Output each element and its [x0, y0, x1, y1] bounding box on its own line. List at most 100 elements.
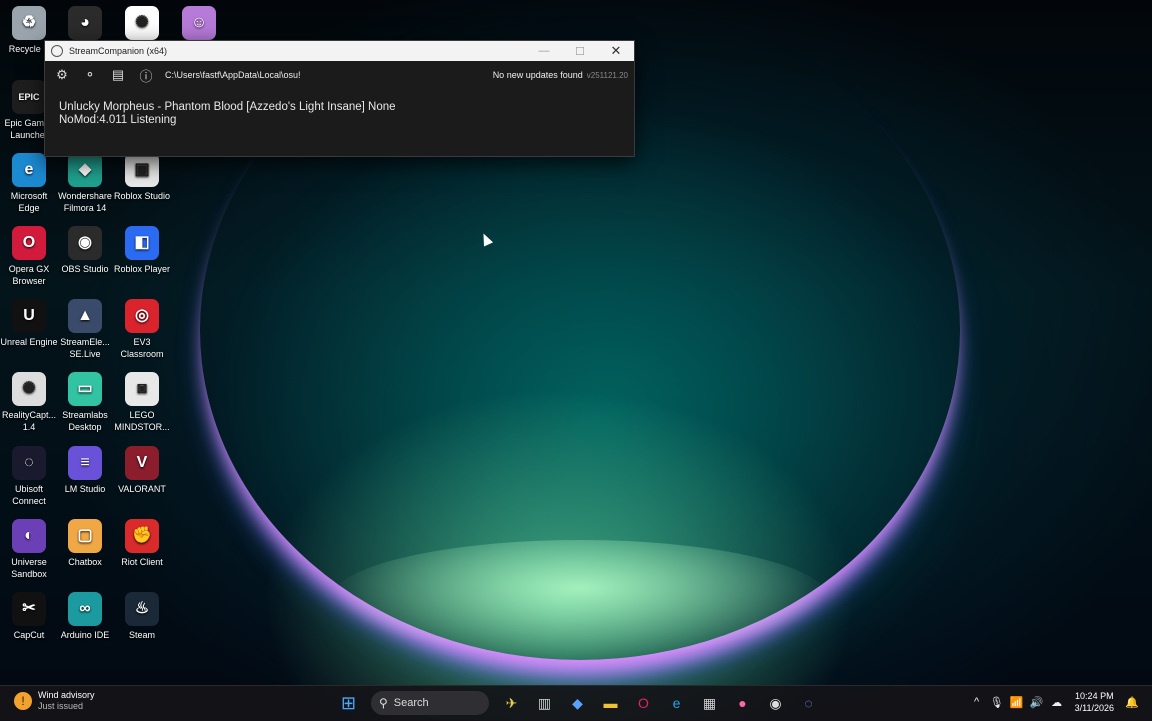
desktop-icon-label: VALORANT [118, 484, 166, 494]
notification-bell-icon[interactable]: 🔔 [1123, 696, 1141, 709]
desktop-icon-arduino-ide[interactable]: ∞ Arduino IDE [56, 592, 114, 641]
settings-icon[interactable]: ⚙ [51, 64, 73, 86]
close-button[interactable]: ✕ [598, 43, 634, 59]
clock-date: 3/11/2026 [1074, 703, 1114, 713]
desktop-icon-universe-sandbox[interactable]: ◐ Universe Sandbox [0, 519, 58, 580]
weather-title: Wind advisory [38, 690, 95, 700]
osu-dots-icon[interactable]: ⚬ [79, 64, 101, 86]
mods-status-line: NoMod:4.011 Listening [59, 114, 177, 126]
app-icon: ✺ [125, 6, 159, 40]
desktop-icon-label: OBS Studio [61, 264, 109, 274]
desktop-icon-ubisoft-connect[interactable]: ◌ Ubisoft Connect [0, 446, 58, 507]
clock[interactable]: 10:24 PM 3/11/2026 [1075, 690, 1114, 714]
desktop-icon-streamele-se-live[interactable]: ▲ StreamEle... SE.Live [56, 299, 114, 360]
streamcompanion-icon[interactable]: ◌ [796, 690, 822, 716]
app-icon: ✊ [125, 519, 159, 553]
desktop-icon-3[interactable]: ☺ [170, 6, 228, 43]
info-icon[interactable]: ⓘ [135, 64, 157, 86]
osu-path: C:\Users\fastf\AppData\Local\osu! [165, 70, 301, 80]
desktop-icon-opera-gx-browser[interactable]: O Opera GX Browser [0, 226, 58, 287]
desktop-icon-valorant[interactable]: V VALORANT [113, 446, 171, 495]
desktop-icon-chatbox[interactable]: ▢ Chatbox [56, 519, 114, 568]
desktop-icon-label: Riot Client [121, 557, 163, 567]
desktop-icon-realitycapt-1-4[interactable]: ✺ RealityCapt... 1.4 [0, 372, 58, 433]
desktop-icon-roblox-studio[interactable]: ▣ Roblox Studio [113, 153, 171, 202]
desktop-icon-riot-client[interactable]: ✊ Riot Client [113, 519, 171, 568]
app-icon: U [12, 299, 46, 333]
taskbar-search[interactable]: ⚲ Search [371, 691, 489, 715]
mouse-cursor [478, 231, 494, 247]
app-icon: V [125, 446, 159, 480]
obs-icon[interactable]: ◉ [763, 690, 789, 716]
app-icon: e [12, 153, 46, 187]
desktop-icon-streamlabs-desktop[interactable]: ▭ Streamlabs Desktop [56, 372, 114, 433]
app-icon: ✂ [12, 592, 46, 626]
search-icon: ⚲ [379, 696, 388, 710]
desktop-icon-unreal-engine[interactable]: U Unreal Engine [0, 299, 58, 348]
desktop-icon-label: RealityCapt... 1.4 [1, 410, 57, 432]
opera-gx-icon[interactable]: O [631, 690, 657, 716]
volume-icon[interactable]: 🔊 [1028, 696, 1046, 709]
desktop-icon-ev3-classroom[interactable]: ◎ EV3 Classroom [113, 299, 171, 360]
desktop-icon-label: EV3 Classroom [120, 337, 164, 359]
desktop-icon-roblox-player[interactable]: ◧ Roblox Player [113, 226, 171, 275]
desktop-icon-label: CapCut [13, 630, 45, 640]
wifi-icon[interactable]: 📶 [1008, 696, 1026, 709]
desktop-icon-capcut[interactable]: ✂ CapCut [0, 592, 58, 641]
desktop-icon-label: Chatbox [68, 557, 102, 567]
desktop-icon-2[interactable]: ✺ [113, 6, 171, 43]
desktop-icon-obs-studio[interactable]: ◉ OBS Studio [56, 226, 114, 275]
desktop-icon-label: Steam [128, 630, 155, 640]
status-panel: Unlucky Morpheus - Phantom Blood [Azzedo… [45, 89, 634, 139]
cloud-icon[interactable]: ☁ [1048, 696, 1066, 709]
desktop-icon-label: Microsoft Edge [10, 191, 48, 213]
microphone-icon[interactable]: 🎙 [988, 696, 1006, 709]
app-icon: ◉ [68, 226, 102, 260]
weather-alert-icon: ! [14, 692, 32, 710]
desktop-icon-label: Unreal Engine [0, 337, 58, 347]
desktop-icon-lm-studio[interactable]: ≡ LM Studio [56, 446, 114, 495]
taskbar: ! Wind advisory Just issued ⊞ ⚲ Search ✈… [0, 685, 1152, 721]
system-tray: ^ 🎙 📶 🔊 ☁ 10:24 PM 3/11/2026 🔔 [967, 690, 1142, 714]
plane-app-icon[interactable]: ✈ [499, 690, 525, 716]
copilot-icon[interactable]: ◆ [565, 690, 591, 716]
app-icon: ▭ [68, 372, 102, 406]
file-explorer-icon[interactable]: ▬ [598, 690, 624, 716]
desktop-icon-wondershare-filmora-14[interactable]: ◆ Wondershare Filmora 14 [56, 153, 114, 214]
window-titlebar[interactable]: StreamCompanion (x64) — ☐ ✕ [45, 41, 634, 61]
app-icon: ◐ [12, 519, 46, 553]
edge-icon[interactable]: e [664, 690, 690, 716]
streamcompanion-window: StreamCompanion (x64) — ☐ ✕ ⚙ ⚬ ▤ ⓘ C:\U… [44, 40, 635, 157]
desktop-icon-lego-mindstor[interactable]: ◙ LEGO MINDSTOR... [113, 372, 171, 433]
taskview-icon[interactable]: ▥ [532, 690, 558, 716]
app-icon [51, 45, 63, 57]
window-title: StreamCompanion (x64) [69, 46, 168, 56]
maximize-button[interactable]: ☐ [562, 45, 598, 58]
app-icon: ▣ [125, 153, 159, 187]
desktop-icon-label: Universe Sandbox [11, 557, 47, 579]
weather-widget[interactable]: ! Wind advisory Just issued [14, 690, 95, 712]
app-icon: ◆ [68, 153, 102, 187]
now-playing-line: Unlucky Morpheus - Phantom Blood [Azzedo… [59, 101, 396, 113]
app-icon: ◎ [125, 299, 159, 333]
desktop-icon-label: Roblox Player [113, 264, 171, 274]
osu-icon[interactable]: ● [730, 690, 756, 716]
app-icon: ◕ [68, 6, 102, 40]
wallpaper-glow [330, 540, 830, 660]
clock-time: 10:24 PM [1075, 691, 1114, 701]
desktop-icon-microsoft-edge[interactable]: e Microsoft Edge [0, 153, 58, 214]
app-icon: ≡ [68, 446, 102, 480]
start-button[interactable]: ⊞ [336, 690, 362, 716]
store-icon[interactable]: ▦ [697, 690, 723, 716]
taskbar-center: ⊞ ⚲ Search ✈ ▥ ◆ ▬ Oe ▦ ● ◉ ◌ [332, 690, 825, 716]
desktop-icon-steam[interactable]: ♨ Steam [113, 592, 171, 641]
chevron-up-icon[interactable]: ^ [968, 696, 986, 708]
clipboard-icon[interactable]: ▤ [107, 64, 129, 86]
window-toolbar: ⚙ ⚬ ▤ ⓘ C:\Users\fastf\AppData\Local\osu… [45, 61, 634, 89]
desktop-icon-1[interactable]: ◕ [56, 6, 114, 43]
minimize-button[interactable]: — [526, 45, 562, 57]
weather-subtitle: Just issued [38, 701, 84, 711]
app-icon: O [12, 226, 46, 260]
update-status: No new updates found [492, 70, 583, 80]
app-icon: ▲ [68, 299, 102, 333]
